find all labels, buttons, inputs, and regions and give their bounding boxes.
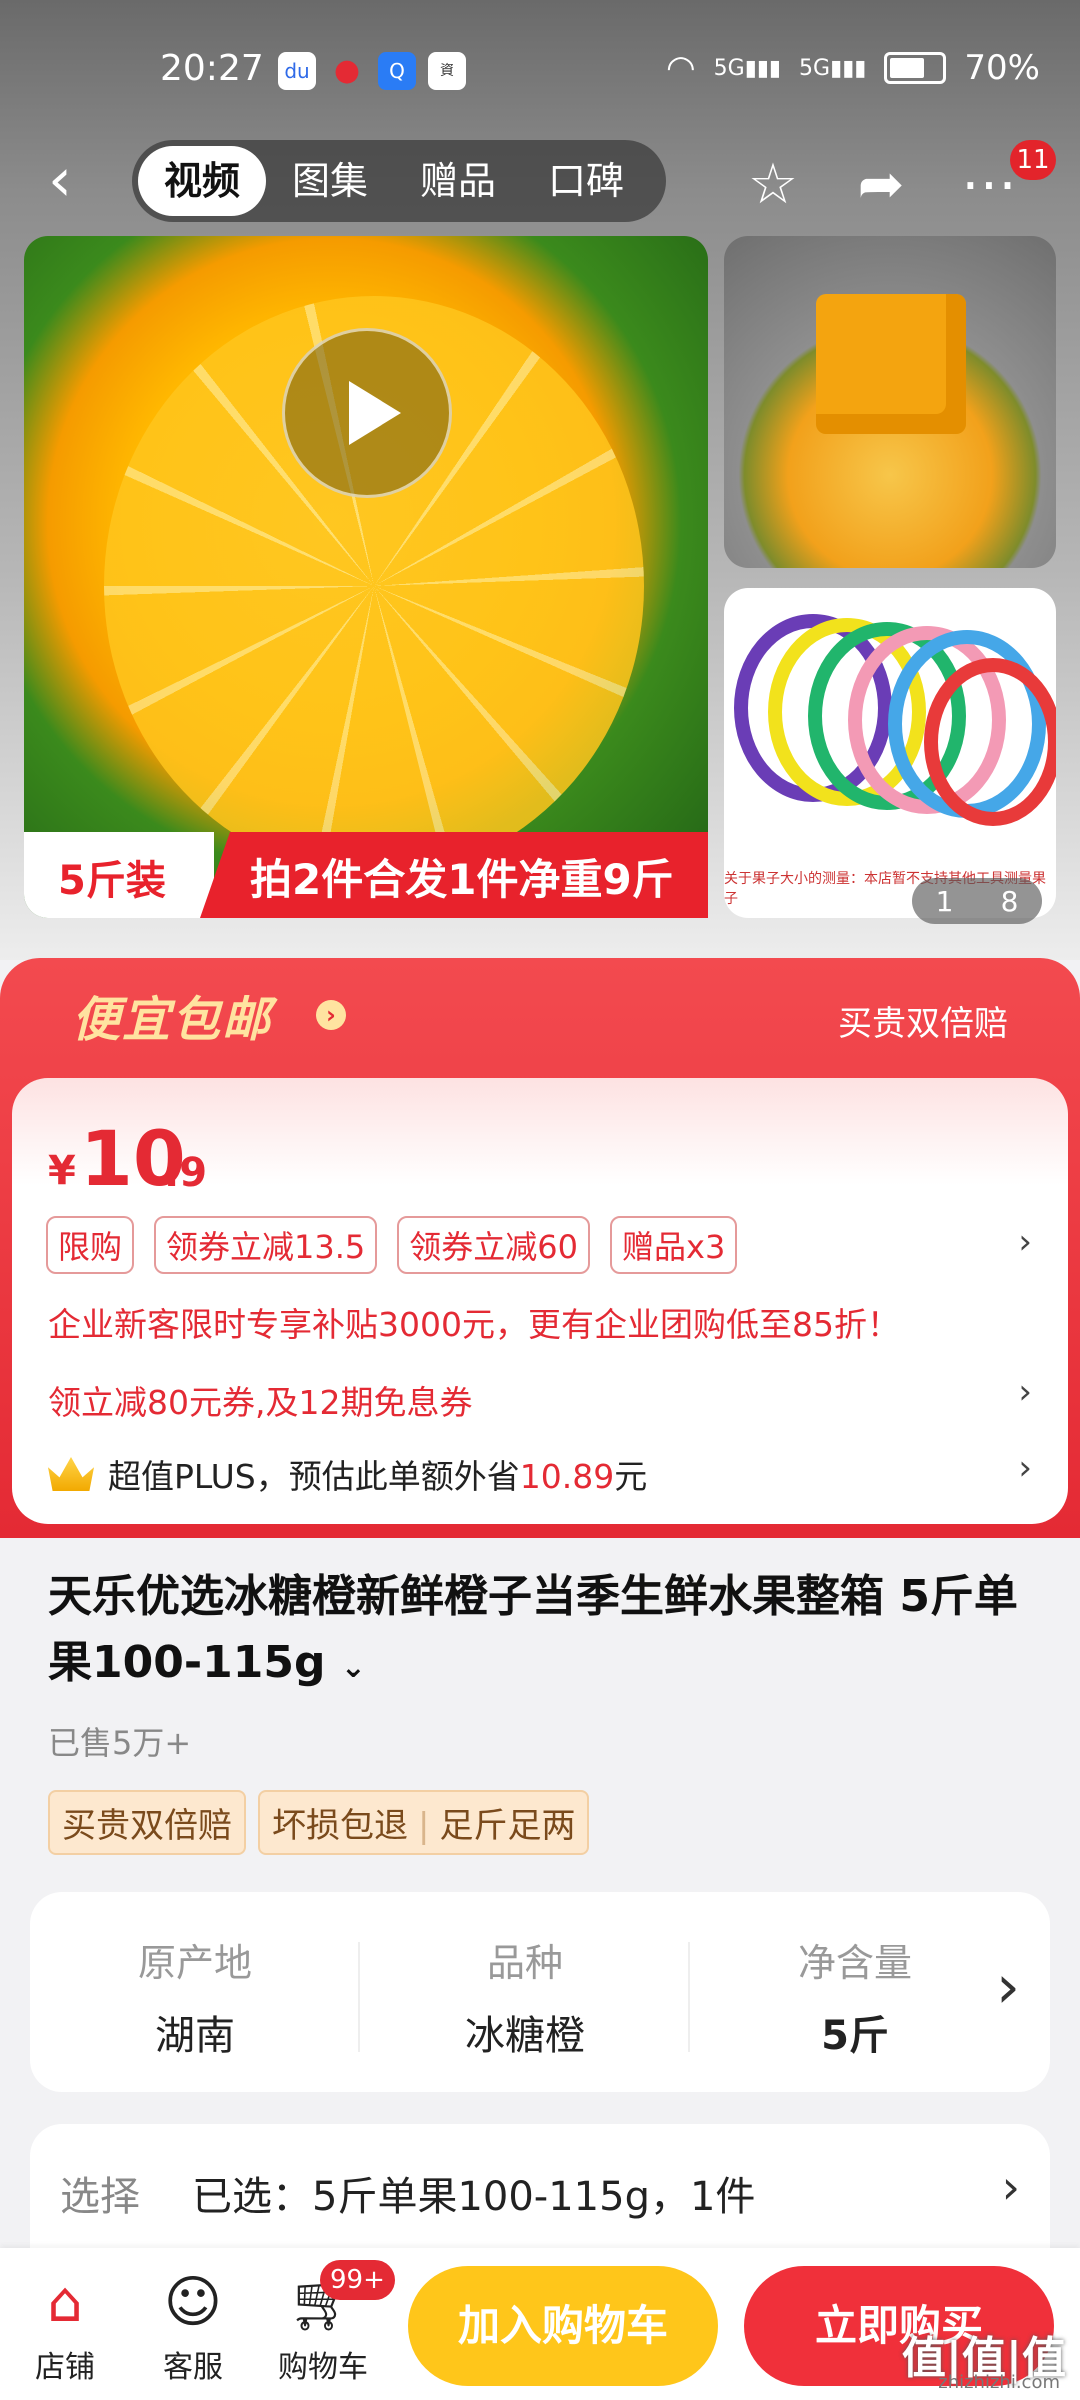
news-app-icon: 資 [428,52,466,90]
service-button[interactable]: ☺ 客服 [138,2268,248,2386]
cart-badge: 99+ [320,2260,395,2300]
status-time: 20:27 [160,48,264,89]
counter-current: 1 [935,884,954,918]
image-promo-banner: 5斤装 拍2件合发1件净重9斤 [24,832,708,918]
promo-title[interactable]: 便宜包邮 [72,980,272,1050]
banner-left: 5斤装 [24,832,214,918]
spec-variety-value: 冰糖橙 [465,2013,585,2059]
shop-label: 店铺 [35,2350,95,2385]
media-tabs: 视频 图集 赠品 口碑 [132,140,666,222]
guarantee-tags[interactable]: 买贵双倍赔 坏损包退 | 足斤足两 [48,1790,590,1855]
share-icon[interactable]: ➦ [846,150,916,220]
spec-variety: 品种 冰糖橙 [360,1892,690,2092]
tab-gifts[interactable]: 赠品 [394,146,522,216]
chevron-right-icon[interactable]: › [1018,1372,1032,1412]
signal-icon-2: 5G▮▮▮ [799,55,867,81]
tab-reviews[interactable]: 口碑 [522,146,650,216]
guarantee-damage-return: 坏损包退 | 足斤足两 [258,1790,590,1855]
counter-total: 8 [1000,884,1019,918]
spec-card[interactable]: 原产地 湖南 品种 冰糖橙 净含量 5斤 › [30,1892,1050,2092]
promo-tags[interactable]: 限购 领券立减13.5 领券立减60 赠品x3 [46,1216,738,1274]
plus-prefix: 超值PLUS，预估此单额外省 [108,1457,520,1496]
banner-right-text: 拍2件合发1件净重9斤 [250,855,674,904]
signal-icon: 5G▮▮▮ [713,55,782,81]
plus-savings[interactable]: 超值PLUS，预估此单额外省10.89元 [48,1450,647,1498]
search-app-icon: Q [378,52,416,90]
chevron-right-icon[interactable]: › [1002,2160,1020,2214]
variant-selector[interactable]: 选择 已选：5斤单果100-115g，1件 › [30,2124,1050,2264]
star-icon[interactable]: ☆ [738,150,808,220]
price-currency: ¥ [48,1148,76,1194]
enterprise-offer[interactable]: 企业新客限时专享补贴3000元，更有企业团购低至85折！ [48,1298,900,1346]
sold-count: 已售5万+ [48,1724,192,1762]
selection-label: 选择 [60,2174,140,2220]
selection-value: 已选：5斤单果100-115g，1件 [192,2174,756,2220]
chevron-right-icon[interactable]: › [1018,1448,1032,1488]
orange-cube-illustration [816,294,966,434]
tab-video[interactable]: 视频 [138,146,267,216]
banner-right: 拍2件合发1件净重9斤 [200,832,708,918]
thumbnail-measure-rings[interactable]: 关于果子大小的测量：本店暂不支持其他工具测量果子 [724,588,1056,918]
ring-red [924,658,1056,826]
image-counter: 1 8 [912,878,1042,924]
status-right: ◠ 5G▮▮▮ 5G▮▮▮ 70% [666,48,1040,88]
plus-amount: 10.89 [519,1457,615,1496]
tag-limit: 限购 [46,1216,135,1274]
chevron-right-icon[interactable]: › [1018,1222,1032,1262]
tab-gallery[interactable]: 图集 [266,146,394,216]
product-title[interactable]: 天乐优选冰糖橙新鲜橙子当季生鲜水果整箱 5斤单果100-115g ⌄ [48,1564,1028,1701]
play-video-icon[interactable] [282,328,452,498]
chevron-right-icon[interactable]: › [996,1952,1020,2022]
tag-coupon-60: 领券立减60 [397,1216,591,1274]
battery-percent: 70% [964,48,1040,88]
add-to-cart-button[interactable]: 加入购物车 [408,2266,718,2386]
guarantee-double-refund: 买贵双倍赔 [48,1790,246,1855]
more-badge: 11 [1010,140,1056,180]
tag-gifts: 赠品x3 [610,1216,738,1274]
spec-origin-label: 原产地 [137,1941,252,1985]
chat-smile-icon: ☺ [163,2270,223,2335]
back-icon[interactable]: ‹ [48,150,108,210]
spec-origin-value: 湖南 [155,2013,235,2059]
chevron-down-icon[interactable]: ⌄ [341,1650,366,1685]
store-icon: ⌂ [47,2270,83,2335]
wifi-icon: ◠ [666,48,696,88]
weibo-app-icon: ● [333,53,361,88]
service-label: 客服 [163,2350,223,2385]
coupon-offer[interactable]: 领立减80元券,及12期免息券 [48,1376,472,1424]
baidu-app-icon: du [278,52,316,90]
shop-button[interactable]: ⌂ 店铺 [10,2268,120,2386]
price-guarantee[interactable]: 买贵双倍赔 [838,996,1008,1045]
battery-icon [884,52,947,84]
tag-coupon-13-5: 领券立减13.5 [154,1216,378,1274]
spec-weight-value: 5斤 [821,2013,889,2059]
price-decimal: .9 [164,1150,208,1196]
thumbnail-orange[interactable] [724,236,1056,568]
spec-origin: 原产地 湖南 [30,1892,360,2092]
banner-left-text: 5斤装 [58,858,166,904]
chevron-right-icon[interactable]: › [316,1000,346,1030]
spec-weight: 净含量 5斤 [690,1892,1020,2092]
spec-weight-label: 净含量 [797,1941,912,1985]
watermark-url: zhizhizhi.com [938,2372,1060,2393]
crown-icon [48,1457,94,1491]
product-title-text: 天乐优选冰糖橙新鲜橙子当季生鲜水果整箱 5斤单果100-115g [48,1571,1018,1688]
cart-label: 购物车 [278,2350,368,2385]
plus-suffix: 元 [614,1457,648,1496]
spec-variety-label: 品种 [486,1941,563,1985]
